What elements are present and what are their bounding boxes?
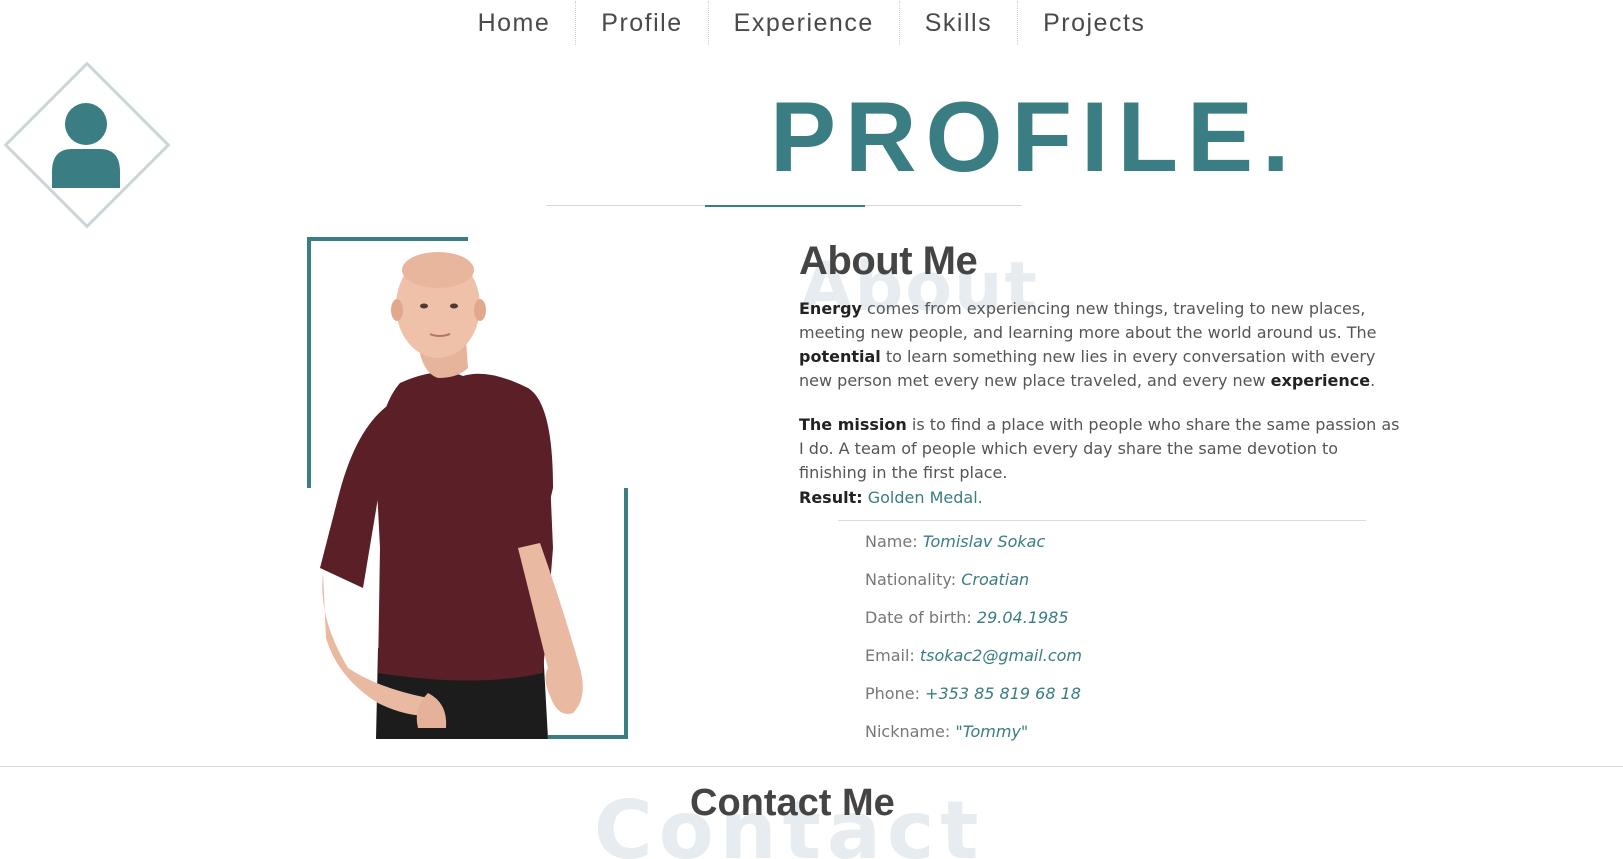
nav-experience[interactable]: Experience xyxy=(709,1,900,45)
info-value: 29.04.1985 xyxy=(976,608,1069,627)
result-label: Result: xyxy=(799,488,863,507)
info-label: Nickname: xyxy=(865,722,951,741)
nav-projects[interactable]: Projects xyxy=(1018,1,1170,45)
page: Home Profile Experience Skills Projects … xyxy=(0,0,1623,859)
result-line: Result: Golden Medal. xyxy=(799,486,983,510)
page-title: PROFILE. xyxy=(770,81,1299,192)
about-paragraph-1: Energy comes from experiencing new thing… xyxy=(799,297,1409,393)
info-label: Phone: xyxy=(865,684,920,703)
info-label: Date of birth: xyxy=(865,608,972,627)
info-nickname: Nickname: "Tommy" xyxy=(865,718,1082,756)
info-name: Name: Tomislav Sokac xyxy=(865,528,1082,566)
photo-frame-left xyxy=(307,237,311,488)
info-phone: Phone: +353 85 819 68 18 xyxy=(865,680,1082,718)
photo-frame-top xyxy=(307,237,468,241)
personal-info-list: Name: Tomislav Sokac Nationality: Croati… xyxy=(865,528,1082,756)
profile-section-badge xyxy=(3,61,171,229)
about-p1-text-1: comes from experiencing new things, trav… xyxy=(799,299,1377,342)
info-value: Croatian xyxy=(961,570,1030,589)
about-p1-text-3: . xyxy=(1370,371,1376,390)
about-text: Energy comes from experiencing new thing… xyxy=(799,297,1409,505)
title-underline-accent xyxy=(705,205,865,207)
info-email: Email: tsokac2@gmail.com xyxy=(865,642,1082,680)
section-divider xyxy=(0,766,1623,767)
main-nav: Home Profile Experience Skills Projects xyxy=(0,0,1623,46)
info-nationality: Nationality: Croatian xyxy=(865,566,1082,604)
user-icon xyxy=(52,103,120,188)
about-heading: About Me xyxy=(799,239,978,283)
nav-profile[interactable]: Profile xyxy=(576,1,709,45)
info-value: +353 85 819 68 18 xyxy=(925,684,1081,703)
info-value: Tomislav Sokac xyxy=(922,532,1046,551)
keyword-potential: potential xyxy=(799,347,881,366)
profile-photo xyxy=(320,252,583,739)
photo-frame-right xyxy=(624,488,628,739)
info-date-of-birth: Date of birth: 29.04.1985 xyxy=(865,604,1082,642)
keyword-experience: experience xyxy=(1270,371,1371,390)
nav-home[interactable]: Home xyxy=(453,1,577,45)
info-value: tsokac2@gmail.com xyxy=(919,646,1083,665)
nav-skills[interactable]: Skills xyxy=(900,1,1019,45)
about-paragraph-2: The mission is to find a place with peop… xyxy=(799,413,1409,485)
info-label: Name: xyxy=(865,532,918,551)
info-label: Nationality: xyxy=(865,570,957,589)
contact-heading: Contact Me xyxy=(690,782,895,824)
info-value: "Tommy" xyxy=(955,722,1029,741)
keyword-mission: The mission xyxy=(799,415,907,434)
about-divider xyxy=(838,520,1366,521)
info-label: Email: xyxy=(865,646,915,665)
result-value-link[interactable]: Golden Medal. xyxy=(868,488,983,507)
keyword-energy: Energy xyxy=(799,299,862,318)
